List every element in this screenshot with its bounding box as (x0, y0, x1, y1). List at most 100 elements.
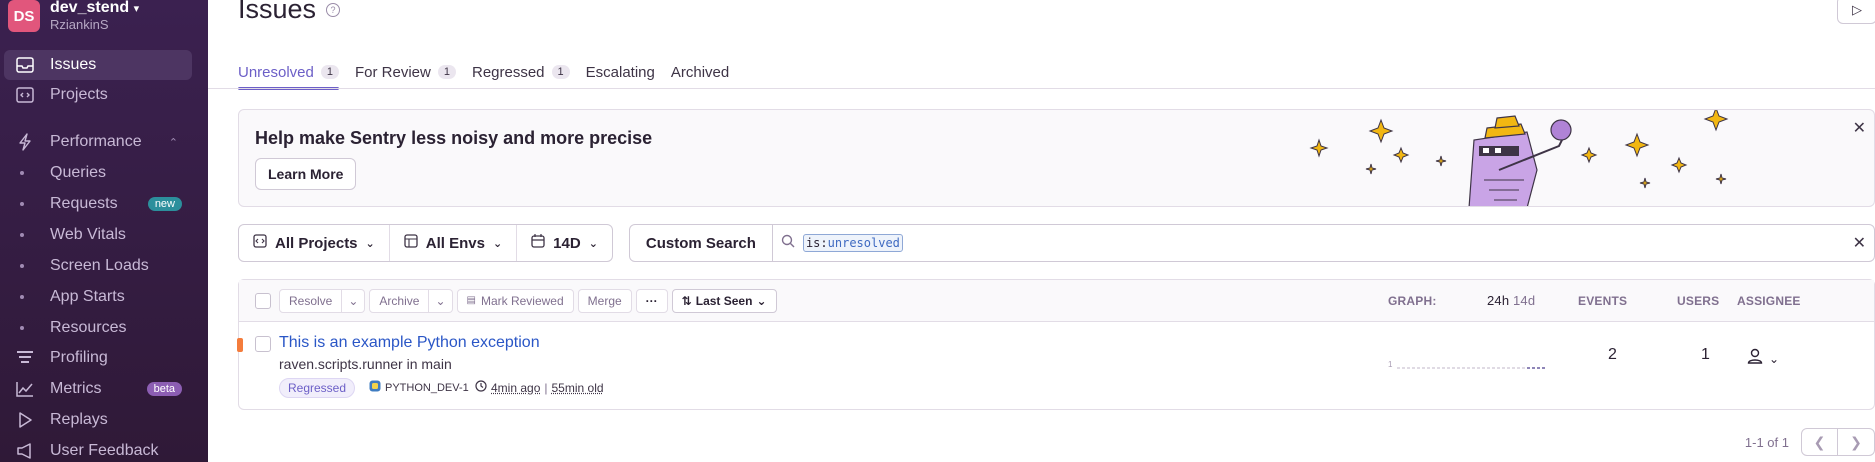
short-id-label: PYTHON_DEV-1 (385, 382, 469, 394)
search-token-key: is: (806, 236, 828, 250)
events-count: 2 (1608, 346, 1617, 364)
assignee-selector[interactable]: ⌄ (1747, 348, 1779, 369)
tab-unresolved[interactable]: Unresolved 1 (238, 55, 339, 89)
more-actions-button[interactable]: ··· (636, 289, 668, 313)
sidebar-item-label: Issues (50, 56, 96, 74)
play-icon (10, 405, 40, 435)
search-token[interactable]: is:unresolved (803, 234, 903, 252)
date-selector[interactable]: 14D ⌄ (517, 225, 612, 261)
sidebar-item-resources[interactable]: Resources (4, 315, 192, 341)
graph-header: GRAPH: (1388, 294, 1437, 308)
mark-reviewed-button[interactable]: ▤ Mark Reviewed (457, 289, 574, 313)
users-count: 1 (1701, 346, 1710, 364)
environment-selector[interactable]: All Envs ⌄ (390, 225, 517, 261)
graph-max-label: 1 (1388, 360, 1392, 369)
environment-selector-label: All Envs (426, 235, 485, 252)
page-filters: All Projects ⌄ All Envs ⌄ 14D ⌄ (238, 224, 613, 262)
archive-group: Archive ⌄ (369, 289, 452, 313)
beta-badge: beta (147, 382, 182, 396)
chevron-down-icon: ⌄ (589, 237, 598, 250)
banner-illustration (1289, 110, 1769, 207)
short-id[interactable]: PYTHON_DEV-1 (369, 380, 469, 395)
new-badge: new (148, 197, 182, 211)
help-icon[interactable]: ? (326, 3, 340, 17)
tab-label: Archived (671, 64, 729, 81)
project-icon (253, 234, 267, 252)
sidebar-item-issues[interactable]: Issues (4, 50, 192, 80)
learn-more-button[interactable]: Learn More (255, 158, 356, 190)
first-seen[interactable]: 55min old (552, 381, 604, 395)
org-switcher[interactable]: DS dev_stend ▾ RziankinS (8, 0, 139, 32)
sidebar-item-metrics[interactable]: Metrics beta (4, 374, 192, 404)
issues-table: Resolve ⌄ Archive ⌄ ▤ Mark Reviewed Merg… (238, 279, 1875, 410)
close-icon[interactable]: ✕ (1853, 118, 1866, 138)
filter-bar: All Projects ⌄ All Envs ⌄ 14D ⌄ Custom S… (238, 224, 1875, 262)
sidebar-item-projects[interactable]: Projects (4, 80, 192, 110)
search-input[interactable]: is:unresolved ✕ (773, 225, 1874, 261)
previous-page-button[interactable]: ❮ (1802, 429, 1838, 455)
separator: | (544, 381, 547, 395)
clock-icon (475, 380, 487, 395)
resolve-button[interactable]: Resolve (279, 289, 342, 313)
sidebar-item-label: Requests (50, 195, 118, 213)
issue-culprit: raven.scripts.runner in main (279, 356, 452, 372)
tab-for-review[interactable]: For Review 1 (355, 55, 456, 89)
tab-label: Unresolved (238, 64, 314, 81)
sidebar-item-requests[interactable]: Requests new (4, 191, 192, 217)
archive-button[interactable]: Archive (369, 289, 429, 313)
next-page-button[interactable]: ❯ (1838, 429, 1874, 455)
date-selector-label: 14D (553, 235, 581, 252)
sidebar-item-app-starts[interactable]: App Starts (4, 284, 192, 310)
main-content: Issues ? ▷ Unresolved 1 For Review 1 Regre… (208, 0, 1875, 462)
table-header: Resolve ⌄ Archive ⌄ ▤ Mark Reviewed Merg… (239, 280, 1874, 322)
last-seen[interactable]: 4min ago (491, 381, 540, 395)
megaphone-icon (10, 436, 40, 462)
sidebar-item-label: Queries (50, 164, 106, 182)
banner-title: Help make Sentry less noisy and more pre… (255, 128, 652, 149)
row-checkbox[interactable] (255, 336, 271, 352)
projects-icon (10, 80, 40, 110)
chevron-right-icon: ❯ (1850, 434, 1862, 451)
time-info: 4min ago | 55min old (475, 380, 604, 395)
sidebar-item-performance[interactable]: Performance ⌃ (4, 127, 192, 157)
tab-archived[interactable]: Archived (671, 55, 729, 89)
tab-count: 1 (438, 65, 456, 79)
sidebar-item-replays[interactable]: Replays (4, 405, 192, 435)
merge-button[interactable]: Merge (578, 289, 632, 313)
chevron-down-icon[interactable]: ⌄ (429, 289, 452, 313)
sidebar-item-label: Metrics (50, 380, 102, 398)
issue-title-link[interactable]: This is an example Python exception (279, 334, 540, 352)
tab-regressed[interactable]: Regressed 1 (472, 55, 570, 89)
profiling-icon (10, 343, 40, 373)
page-title-text: Issues (238, 0, 316, 25)
custom-search-button[interactable]: Custom Search (630, 225, 773, 261)
sidebar-item-user-feedback[interactable]: User Feedback (4, 436, 192, 462)
close-icon[interactable]: ✕ (1853, 233, 1866, 253)
org-avatar: DS (8, 0, 40, 32)
sidebar-item-profiling[interactable]: Profiling (4, 343, 192, 373)
assignee-header: ASSIGNEE (1737, 294, 1801, 308)
lightning-icon (10, 127, 40, 157)
dot-icon (20, 326, 24, 330)
tab-escalating[interactable]: Escalating (586, 55, 655, 89)
chevron-down-icon[interactable]: ⌄ (342, 289, 365, 313)
play-button[interactable]: ▷ (1837, 0, 1875, 24)
sidebar-item-label: Profiling (50, 349, 108, 367)
issue-tabs: Unresolved 1 For Review 1 Regressed 1 Escal… (238, 55, 729, 89)
sidebar-item-queries[interactable]: Queries (4, 160, 192, 186)
sort-button[interactable]: ⇅ Last Seen ⌄ (672, 289, 777, 313)
user-icon (1747, 348, 1763, 369)
dot-icon (20, 295, 24, 299)
page-title: Issues ? (238, 0, 340, 25)
graph-24h-toggle[interactable]: 24h (1487, 293, 1509, 308)
tab-count: 1 (552, 65, 570, 79)
status-badge: Regressed (279, 378, 355, 398)
project-selector[interactable]: All Projects ⌄ (239, 225, 390, 261)
graph-14d-toggle[interactable]: 14d (1513, 293, 1535, 308)
sidebar-item-web-vitals[interactable]: Web Vitals (4, 222, 192, 248)
sidebar-item-label: Projects (50, 86, 108, 104)
search-icon (781, 234, 795, 253)
select-all-checkbox[interactable] (255, 293, 271, 309)
table-row[interactable]: This is an example Python exception rave… (239, 322, 1874, 410)
sidebar-item-screen-loads[interactable]: Screen Loads (4, 253, 192, 279)
